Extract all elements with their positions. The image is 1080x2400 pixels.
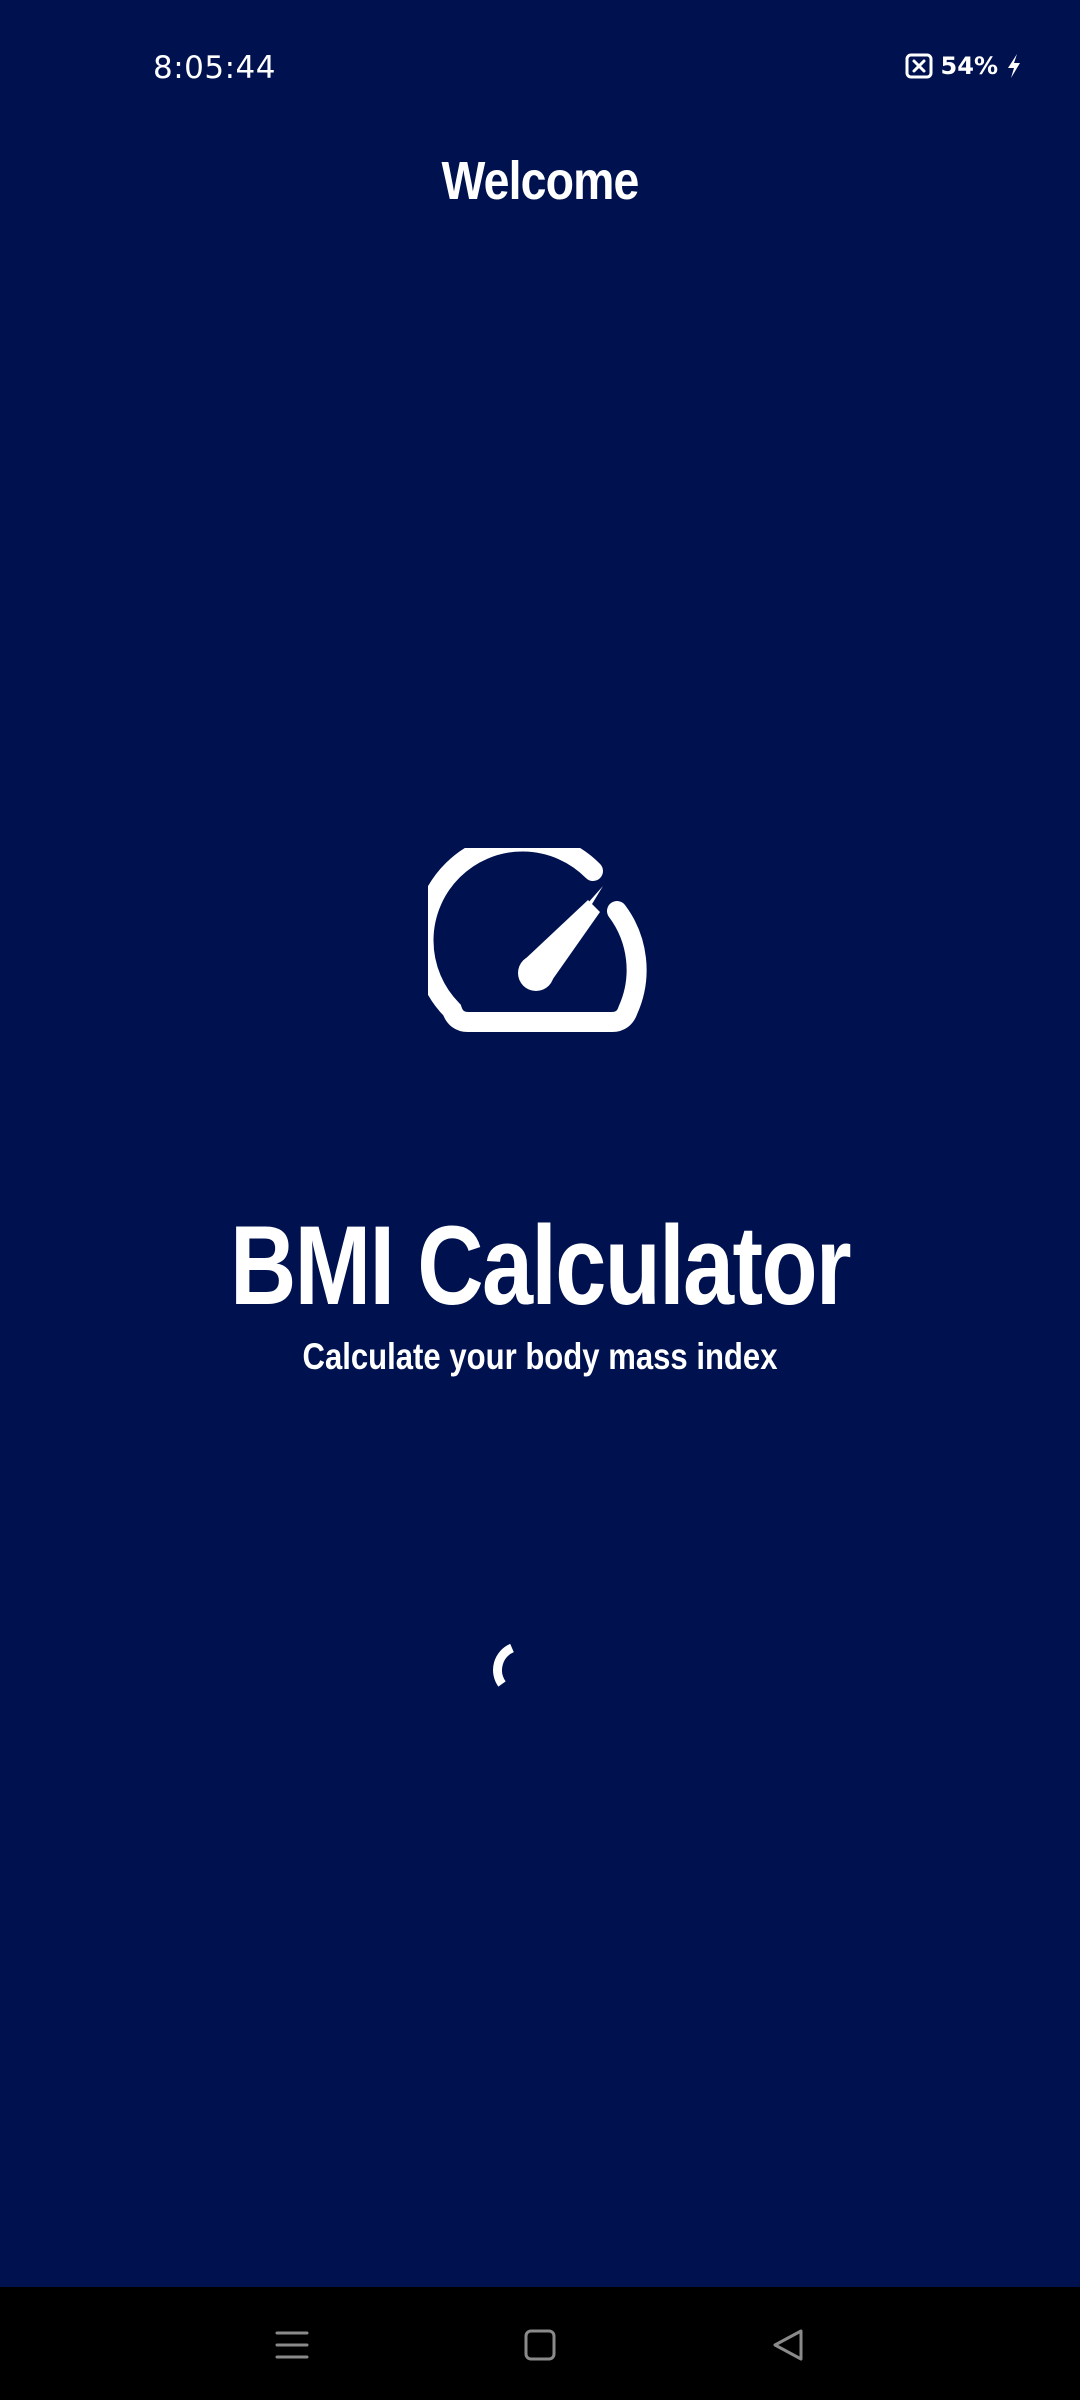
speedometer-icon xyxy=(413,831,652,1032)
status-icons: 54% xyxy=(905,52,1022,80)
battery-percent: 54% xyxy=(940,52,998,80)
notification-dismiss-icon xyxy=(905,53,933,79)
battery-charging-icon xyxy=(1006,53,1022,79)
page-title: Welcome xyxy=(441,151,639,211)
back-icon[interactable] xyxy=(758,2315,818,2375)
app-subtitle: Calculate your body mass index xyxy=(302,1336,778,1377)
status-time: 8:05:44 xyxy=(153,50,277,86)
loading-spinner-icon xyxy=(470,1630,550,1710)
navigation-bar xyxy=(0,2287,1080,2400)
menu-icon[interactable] xyxy=(262,2315,322,2375)
app-name: BMI Calculator xyxy=(229,1203,852,1328)
home-icon[interactable] xyxy=(510,2315,570,2375)
status-bar: 8:05:44 54% xyxy=(0,0,1080,140)
splash-screen: 8:05:44 54% Welcome BMI Calculator Calcu… xyxy=(0,0,1080,2400)
